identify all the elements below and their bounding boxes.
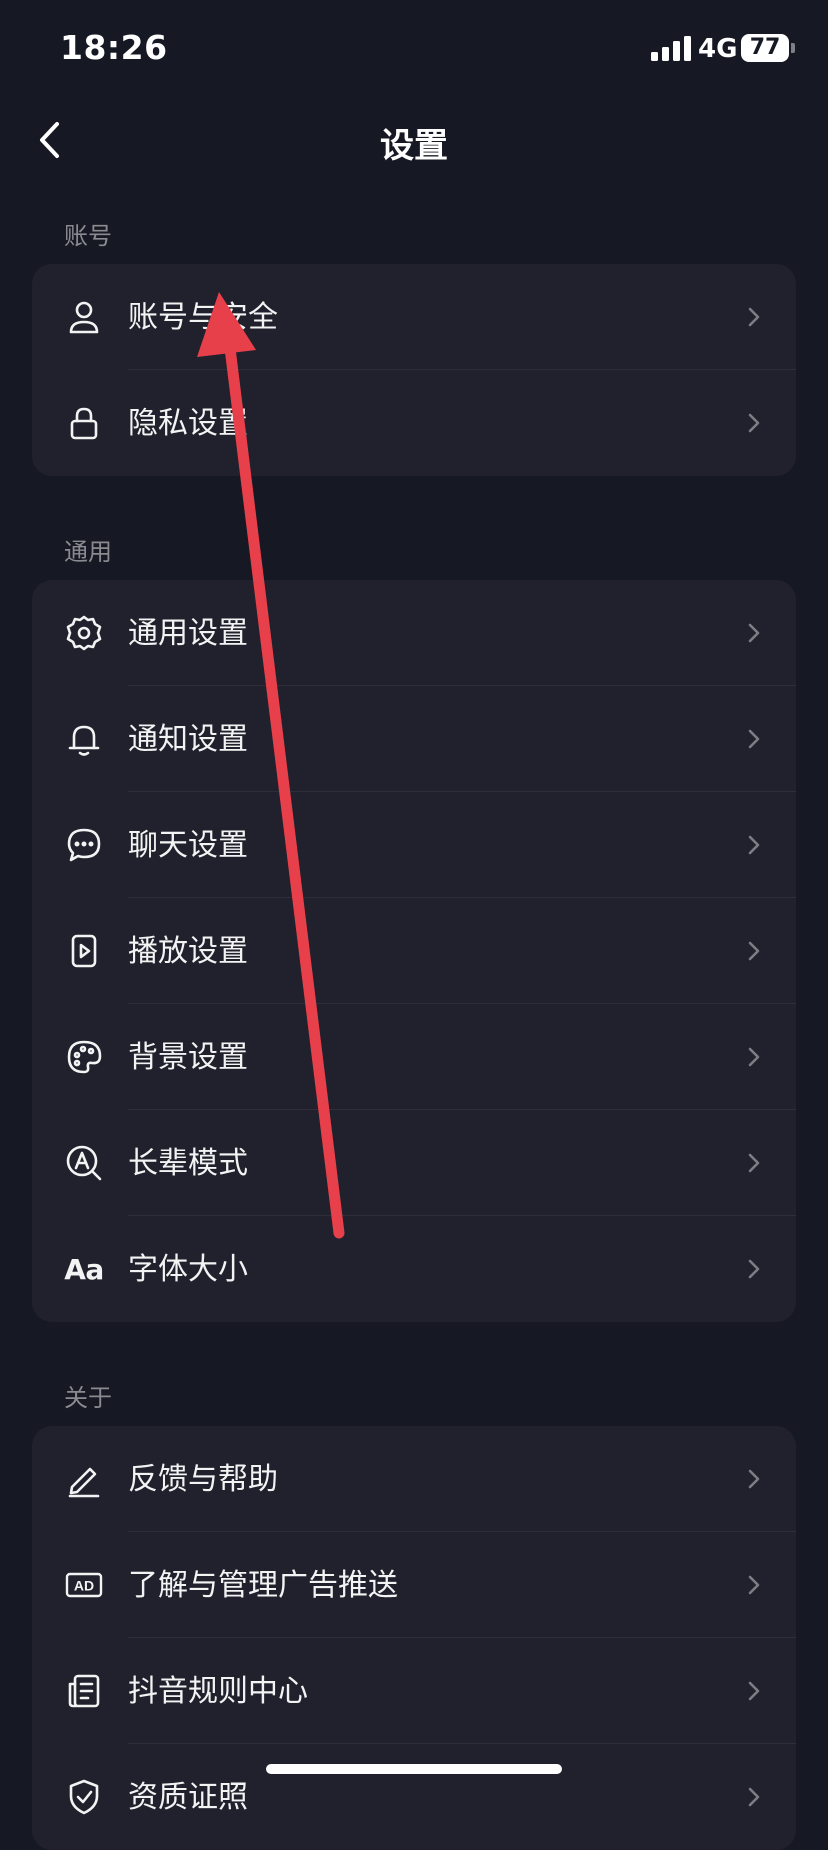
settings-item-label: 聊天设置 <box>128 828 248 863</box>
bell-icon <box>64 719 104 759</box>
chevron-right-icon <box>748 413 760 433</box>
chevron-right-icon <box>748 1787 760 1807</box>
settings-item-feedback[interactable]: 反馈与帮助 <box>32 1426 796 1532</box>
network-type: 4G <box>698 34 738 64</box>
rules-icon <box>64 1671 104 1711</box>
settings-item-label: 字体大小 <box>128 1252 248 1287</box>
page-title: 设置 <box>380 126 448 166</box>
settings-card-about: 反馈与帮助 AD 了解与管理广告推送 抖音规则中心 资质证照 <box>32 1426 796 1850</box>
settings-item-notification[interactable]: 通知设置 <box>32 686 796 792</box>
chevron-right-icon <box>748 1681 760 1701</box>
settings-item-account-security[interactable]: 账号与安全 <box>32 264 796 370</box>
settings-item-background[interactable]: 背景设置 <box>32 1004 796 1110</box>
chat-icon <box>64 825 104 865</box>
lock-icon <box>64 403 104 443</box>
chevron-right-icon <box>748 835 760 855</box>
ad-icon: AD <box>64 1565 104 1605</box>
battery-tip <box>791 43 795 53</box>
ad-icon-label: AD <box>74 1578 94 1594</box>
section-header-about: 关于 <box>64 1384 112 1412</box>
settings-card-general: 通用设置 通知设置 聊天设置 播放设置 背景设置 长辈模式 Aa 字体大小 <box>32 580 796 1322</box>
settings-item-chat[interactable]: 聊天设置 <box>32 792 796 898</box>
settings-item-label: 通用设置 <box>128 616 248 651</box>
settings-item-label: 背景设置 <box>128 1040 248 1075</box>
user-icon <box>64 297 104 337</box>
chevron-right-icon <box>748 1469 760 1489</box>
home-indicator <box>266 1764 562 1774</box>
settings-item-elder-mode[interactable]: 长辈模式 <box>32 1110 796 1216</box>
palette-icon <box>64 1037 104 1077</box>
settings-item-privacy[interactable]: 隐私设置 <box>32 370 796 476</box>
settings-item-label: 反馈与帮助 <box>128 1462 278 1497</box>
chevron-right-icon <box>748 729 760 749</box>
chevron-right-icon <box>748 1259 760 1279</box>
section-header-general: 通用 <box>64 538 112 566</box>
elder-mode-icon <box>64 1143 104 1183</box>
battery-icon: 77 <box>741 34 789 62</box>
settings-item-qualifications[interactable]: 资质证照 <box>32 1744 796 1850</box>
gear-icon <box>64 613 104 653</box>
chevron-right-icon <box>748 1575 760 1595</box>
settings-item-label: 资质证照 <box>128 1780 248 1815</box>
settings-item-label: 隐私设置 <box>128 406 248 441</box>
pen-icon <box>64 1459 104 1499</box>
status-bar: 18:26 4G 77 <box>0 0 828 100</box>
section-header-account: 账号 <box>64 222 112 250</box>
settings-card-account: 账号与安全 隐私设置 <box>32 264 796 476</box>
chevron-right-icon <box>748 307 760 327</box>
settings-item-playback[interactable]: 播放设置 <box>32 898 796 1004</box>
settings-item-label: 抖音规则中心 <box>128 1674 308 1709</box>
chevron-right-icon <box>748 1153 760 1173</box>
shield-icon <box>64 1777 104 1817</box>
settings-item-label: 长辈模式 <box>128 1146 248 1181</box>
settings-item-rules-center[interactable]: 抖音规则中心 <box>32 1638 796 1744</box>
chevron-right-icon <box>748 1047 760 1067</box>
settings-item-font-size[interactable]: Aa 字体大小 <box>32 1216 796 1322</box>
settings-item-general[interactable]: 通用设置 <box>32 580 796 686</box>
settings-item-ad-management[interactable]: AD 了解与管理广告推送 <box>32 1532 796 1638</box>
settings-item-label: 通知设置 <box>128 722 248 757</box>
chevron-right-icon <box>748 941 760 961</box>
font-size-icon: Aa <box>64 1252 104 1286</box>
settings-item-label: 账号与安全 <box>128 300 278 335</box>
chevron-right-icon <box>748 623 760 643</box>
signal-icon <box>651 36 691 61</box>
play-icon <box>64 931 104 971</box>
settings-item-label: 播放设置 <box>128 934 248 969</box>
settings-item-label: 了解与管理广告推送 <box>128 1568 398 1603</box>
status-time: 18:26 <box>60 28 168 67</box>
nav-bar: 设置 <box>0 100 828 180</box>
